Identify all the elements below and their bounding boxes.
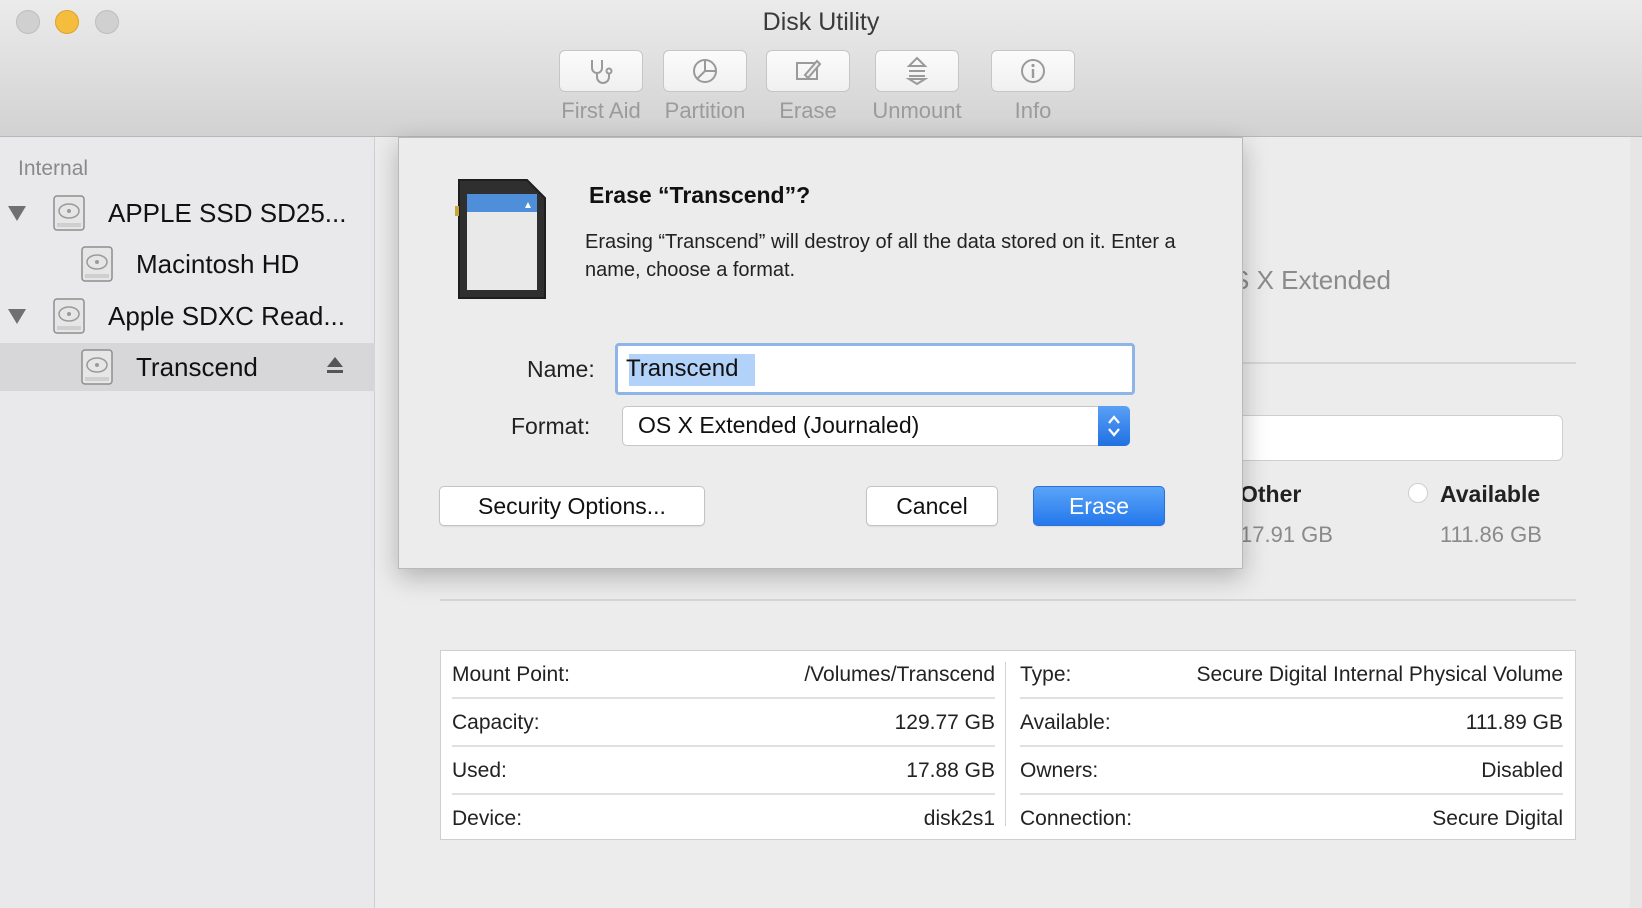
popup-stepper-icon[interactable] [1098, 406, 1130, 446]
stethoscope-icon [591, 60, 613, 84]
format-label: Format: [511, 413, 591, 439]
sidebar-item-label: Apple SDXC Read... [108, 300, 346, 331]
name-field[interactable] [615, 343, 1135, 395]
window-title: Disk Utility [762, 8, 880, 36]
sidebar: Internal APPLE SSD SD25... Macintosh HD [0, 137, 375, 908]
legend-available-title: Available [1440, 481, 1541, 507]
sidebar-item-transcend[interactable]: Transcend [0, 343, 375, 391]
toolbar-first-aid[interactable]: First Aid [556, 50, 646, 124]
info-key: Used: [452, 759, 507, 782]
info-label: Info [1014, 98, 1052, 123]
info-value: 17.88 GB [906, 759, 995, 782]
sd-card-icon [455, 179, 546, 299]
info-row-connection: Connection: Secure Digital [1020, 795, 1563, 843]
sidebar-header-internal: Internal [18, 157, 89, 180]
unmount-icon [905, 56, 929, 86]
erase-pencil-icon [796, 59, 822, 80]
disk-utility-window: Disk Utility First Aid Partition Erase U… [0, 0, 1642, 908]
info-row-type: Type: Secure Digital Internal Physical V… [1020, 651, 1563, 699]
format-value: OS X Extended (Journaled) [638, 412, 920, 438]
legend-other-title: Other [1240, 481, 1302, 507]
info-row-device: Device: disk2s1 [452, 795, 995, 843]
sidebar-item-label: APPLE SSD SD25... [108, 197, 347, 228]
volume-format-text: S X Extended [1232, 265, 1391, 295]
info-value: disk2s1 [923, 807, 995, 830]
info-key: Owners: [1020, 759, 1099, 782]
info-key: Available: [1020, 711, 1111, 734]
hard-disk-icon [81, 349, 113, 385]
erase-label: Erase [779, 98, 837, 123]
divider [1230, 362, 1576, 364]
info-row-used: Used: 17.88 GB [452, 747, 995, 795]
pie-chart-icon [693, 59, 717, 83]
info-button[interactable] [991, 50, 1075, 92]
disclosure-triangle-icon[interactable] [8, 205, 26, 221]
disclosure-triangle-icon[interactable] [8, 308, 26, 324]
info-value: Disabled [1481, 759, 1563, 782]
toolbar-partition[interactable]: Partition [660, 50, 750, 124]
divider [440, 599, 1576, 601]
sidebar-item-macintosh-hd[interactable]: Macintosh HD [0, 240, 375, 288]
erase-toolbar-button[interactable] [766, 50, 850, 92]
info-row-capacity: Capacity: 129.77 GB [452, 699, 995, 747]
info-value: 129.77 GB [894, 711, 995, 734]
sheet-message: Erasing “Transcend” will destroy of all … [585, 231, 1176, 281]
unmount-label: Unmount [872, 98, 962, 123]
erase-button[interactable]: Erase [1033, 486, 1165, 526]
toolbar-erase[interactable]: Erase [763, 50, 853, 124]
info-icon [1021, 59, 1045, 83]
security-options-button[interactable]: Security Options... [439, 486, 705, 526]
info-value: Secure Digital [1432, 807, 1563, 830]
info-key: Capacity: [452, 711, 540, 734]
name-label: Name: [527, 356, 595, 382]
legend-other-value: 17.91 GB [1240, 522, 1333, 547]
info-row-available: Available: 111.89 GB [1020, 699, 1563, 747]
info-value: /Volumes/Transcend [804, 663, 995, 686]
info-table-separator [1005, 662, 1006, 826]
sidebar-item-apple-sdxc-reader[interactable]: Apple SDXC Read... [0, 292, 375, 340]
first-aid-label: First Aid [561, 98, 641, 123]
info-key: Type: [1020, 663, 1072, 686]
sidebar-item-label: Transcend [136, 351, 258, 382]
toolbar-unmount[interactable]: Unmount [872, 50, 962, 124]
first-aid-button[interactable] [559, 50, 643, 92]
cancel-button[interactable]: Cancel [866, 486, 998, 526]
unmount-button[interactable] [875, 50, 959, 92]
hard-disk-icon [53, 195, 85, 231]
info-row-owners: Owners: Disabled [1020, 747, 1563, 795]
sidebar-item-apple-ssd[interactable]: APPLE SSD SD25... [0, 189, 375, 237]
hard-disk-icon [81, 246, 113, 282]
info-value: Secure Digital Internal Physical Volume [1196, 663, 1563, 686]
name-input[interactable] [626, 351, 1126, 387]
partition-button[interactable] [663, 50, 747, 92]
legend-available-swatch [1408, 483, 1428, 503]
legend-available-value: 111.86 GB [1440, 522, 1542, 547]
partition-label: Partition [664, 98, 746, 123]
toolbar-info[interactable]: Info [988, 50, 1078, 124]
erase-sheet-dialog: Erase “Transcend”? Erasing “Transcend” w… [398, 137, 1243, 569]
eject-icon[interactable] [325, 355, 345, 377]
titlebar: Disk Utility First Aid Partition Erase U… [0, 0, 1642, 137]
info-row-mount-point: Mount Point: /Volumes/Transcend [452, 651, 995, 699]
window-edge [1630, 137, 1642, 908]
info-value: 111.89 GB [1465, 711, 1563, 734]
hard-disk-icon [53, 298, 85, 334]
info-key: Connection: [1020, 807, 1133, 830]
info-key: Device: [452, 807, 523, 830]
info-key: Mount Point: [452, 663, 570, 686]
sheet-title: Erase “Transcend”? [589, 182, 811, 208]
format-select[interactable]: OS X Extended (Journaled) [622, 406, 1130, 446]
sidebar-item-label: Macintosh HD [136, 248, 300, 279]
